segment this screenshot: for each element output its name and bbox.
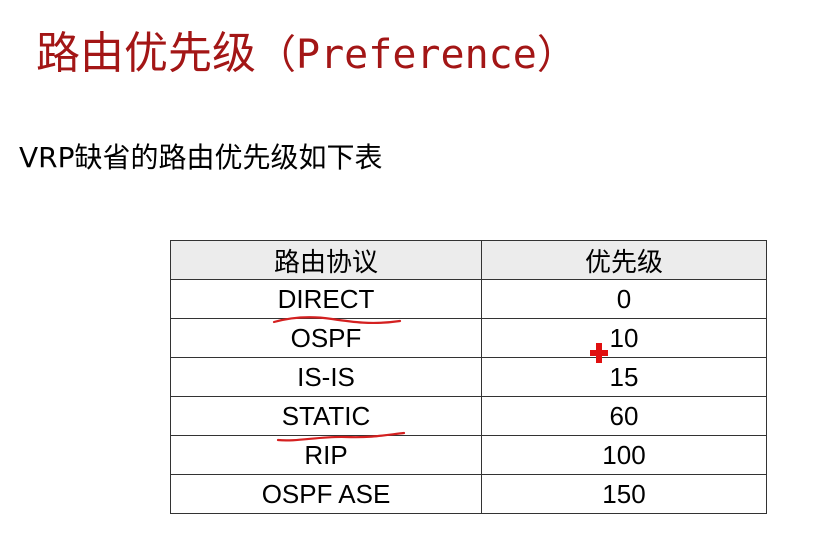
table-row: IS-IS 15 [170, 357, 767, 397]
protocol-label: DIRECT [277, 283, 375, 314]
slide-subtitle: VRP缺省的路由优先级如下表 [19, 141, 383, 174]
preference-cell: 150 [481, 474, 767, 514]
red-cross-cursor-icon [590, 343, 608, 363]
protocol-cell: IS-IS [170, 357, 482, 397]
protocol-cell: STATIC [170, 396, 482, 441]
protocol-direct: DIRECT [272, 283, 401, 324]
preference-table: 路由协议 优先级 DIRECT 0 OSPF 10 IS-IS 15 STATI… [170, 240, 767, 514]
table-header-row: 路由协议 优先级 [170, 240, 767, 280]
header-protocol: 路由协议 [170, 240, 482, 280]
table-row: STATIC 60 [170, 396, 767, 441]
table-row: DIRECT 0 [170, 279, 767, 324]
protocol-cell: RIP [170, 435, 482, 475]
preference-cell: 100 [481, 435, 767, 475]
slide-title: 路由优先级（Preference） [36, 22, 577, 87]
preference-cell: 10 [481, 318, 767, 358]
table-row: RIP 100 [170, 435, 767, 475]
table-row: OSPF ASE 150 [170, 474, 767, 514]
table-row: OSPF 10 [170, 318, 767, 358]
protocol-cell: DIRECT [170, 279, 482, 324]
preference-cell: 15 [481, 357, 767, 397]
protocol-label: STATIC [281, 400, 371, 431]
slide-title-en: （Preference） [256, 32, 577, 78]
preference-cell: 0 [481, 279, 767, 319]
protocol-cell: OSPF ASE [170, 474, 482, 514]
preference-cell: 60 [481, 396, 767, 436]
protocol-cell: OSPF [170, 318, 482, 358]
preference-table-container: 路由协议 优先级 DIRECT 0 OSPF 10 IS-IS 15 STATI… [170, 240, 767, 514]
slide-title-cn: 路由优先级 [36, 28, 256, 79]
header-preference: 优先级 [481, 240, 767, 280]
protocol-static: STATIC [276, 400, 405, 441]
